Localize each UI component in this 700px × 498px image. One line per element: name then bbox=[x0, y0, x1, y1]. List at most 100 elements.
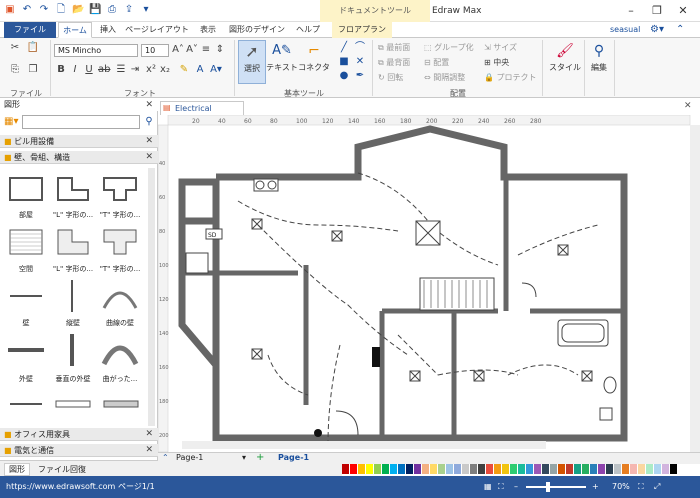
export-icon[interactable]: ⇪ bbox=[123, 3, 135, 17]
color-swatch[interactable] bbox=[662, 464, 669, 474]
open-icon[interactable]: 📂 bbox=[72, 3, 84, 17]
highlight-icon[interactable]: ✎ bbox=[178, 64, 190, 76]
close-category-icon[interactable]: ✕ bbox=[145, 152, 153, 162]
undo-icon[interactable]: ↶ bbox=[21, 3, 33, 17]
size-button[interactable]: ⇲ サイズ bbox=[484, 42, 517, 53]
copy-format-icon[interactable]: ⎘ bbox=[8, 64, 22, 76]
close-category-icon[interactable]: ✕ bbox=[145, 136, 153, 146]
color-swatch[interactable] bbox=[518, 464, 525, 474]
fullscreen-icon[interactable]: ⤢ bbox=[654, 476, 660, 498]
color-swatch[interactable] bbox=[622, 464, 629, 474]
zoom-out-icon[interactable]: – bbox=[514, 476, 518, 498]
font-shrink-icon[interactable]: A˅ bbox=[186, 44, 198, 56]
tab-insert[interactable]: 挿入 bbox=[96, 22, 120, 38]
print-icon[interactable]: ⎙ bbox=[106, 3, 118, 17]
tab-home[interactable]: ホーム bbox=[58, 22, 92, 38]
paste-icon[interactable]: 📋 bbox=[26, 42, 40, 54]
color-swatch[interactable] bbox=[646, 464, 653, 474]
edit-button[interactable]: ⚲ 編集 bbox=[586, 40, 612, 88]
ellipse-icon[interactable]: ● bbox=[338, 70, 350, 82]
rotate-button[interactable]: ↻ 回転 bbox=[378, 72, 403, 83]
tab-view[interactable]: 表示 bbox=[194, 22, 222, 38]
color-swatch[interactable] bbox=[510, 464, 517, 474]
color-swatch[interactable] bbox=[638, 464, 645, 474]
cut-icon[interactable]: ✂ bbox=[8, 42, 22, 54]
category-walls[interactable]: ■ 壁、骨組、構造 bbox=[0, 151, 158, 164]
color-swatch[interactable] bbox=[390, 464, 397, 474]
font-color-icon[interactable]: A bbox=[194, 64, 206, 76]
close-category-icon[interactable]: ✕ bbox=[145, 429, 153, 439]
color-swatch[interactable] bbox=[382, 464, 389, 474]
minimize-button[interactable]: – bbox=[618, 0, 644, 22]
close-button[interactable]: ✕ bbox=[670, 0, 696, 22]
status-url[interactable]: https://www.edrawsoft.com bbox=[6, 476, 115, 498]
align-button[interactable]: ⊟ 配置 bbox=[424, 57, 449, 68]
collapse-ribbon-icon[interactable]: ⌃ bbox=[676, 22, 684, 38]
color-swatch[interactable] bbox=[598, 464, 605, 474]
color-swatch[interactable] bbox=[398, 464, 405, 474]
style-button[interactable]: 🖌 スタイル bbox=[546, 40, 584, 88]
align-center-icon[interactable]: ≡ bbox=[200, 44, 212, 56]
color-swatch[interactable] bbox=[590, 464, 597, 474]
new-icon[interactable]: 🗋 bbox=[55, 3, 67, 17]
restore-button[interactable]: ❐ bbox=[644, 0, 670, 22]
color-swatch[interactable] bbox=[358, 464, 365, 474]
italic-icon[interactable]: I bbox=[70, 64, 80, 76]
color-swatch[interactable] bbox=[462, 464, 469, 474]
color-swatch[interactable] bbox=[534, 464, 541, 474]
tab-help[interactable]: ヘルプ bbox=[292, 22, 324, 38]
gear-icon[interactable]: ⚙▾ bbox=[650, 22, 664, 38]
close-doc-icon[interactable]: ✕ bbox=[684, 101, 692, 111]
color-swatch[interactable] bbox=[414, 464, 421, 474]
close-panel-icon[interactable]: ✕ bbox=[145, 100, 153, 110]
tab-file[interactable]: ファイル bbox=[4, 22, 56, 38]
user-name[interactable]: seasual bbox=[610, 22, 640, 38]
bring-front-button[interactable]: ⧉ 最前面 bbox=[378, 42, 410, 53]
indent-icon[interactable]: ⇥ bbox=[130, 64, 140, 76]
connector-button[interactable]: ⌐ コネクタ bbox=[298, 40, 330, 84]
page-tab[interactable]: Page-1 bbox=[278, 453, 309, 462]
protect-button[interactable]: 🔒 プロテクト bbox=[484, 72, 537, 83]
zoom-level[interactable]: 70% bbox=[612, 476, 630, 498]
cross-icon[interactable]: ✕ bbox=[354, 56, 366, 68]
color-palette[interactable] bbox=[342, 464, 700, 476]
color-swatch[interactable] bbox=[430, 464, 437, 474]
underline-icon[interactable]: U bbox=[84, 64, 94, 76]
shape-grid[interactable] bbox=[0, 168, 148, 426]
color-swatch[interactable] bbox=[630, 464, 637, 474]
bold-icon[interactable]: B bbox=[56, 64, 66, 76]
drawing-canvas[interactable]: 20 40 60 80 100 120 140 160 180 200 220 240 260 280 4… bbox=[158, 115, 700, 452]
panel-scrollbar[interactable] bbox=[148, 168, 155, 426]
collapse-pages-icon[interactable]: ⌃ bbox=[162, 453, 169, 462]
qat-dropdown-icon[interactable]: ▾ bbox=[140, 3, 152, 17]
color-swatch[interactable] bbox=[478, 464, 485, 474]
color-swatch[interactable] bbox=[574, 464, 581, 474]
tab-page-layout[interactable]: ページレイアウト bbox=[124, 22, 190, 38]
page-select[interactable]: Page-1 bbox=[176, 453, 203, 462]
fit-page-icon[interactable]: ⛶ bbox=[498, 476, 504, 498]
color-swatch[interactable] bbox=[582, 464, 589, 474]
subscript-icon[interactable]: x₂ bbox=[160, 64, 170, 76]
strikethrough-icon[interactable]: ab bbox=[98, 64, 110, 76]
fit-width-icon[interactable]: ⛶ bbox=[638, 476, 644, 498]
color-swatch[interactable] bbox=[486, 464, 493, 474]
color-swatch[interactable] bbox=[566, 464, 573, 474]
category-office[interactable]: ■ オフィス用家具 bbox=[0, 428, 158, 441]
search-icon[interactable]: ⚲ bbox=[143, 116, 155, 128]
color-swatch[interactable] bbox=[342, 464, 349, 474]
shape-search-input[interactable] bbox=[22, 115, 140, 129]
spacing-button[interactable]: ⇔ 間隔調整 bbox=[424, 72, 465, 83]
color-swatch[interactable] bbox=[494, 464, 501, 474]
color-swatch[interactable] bbox=[454, 464, 461, 474]
zoom-in-icon[interactable]: + bbox=[592, 476, 599, 498]
send-back-button[interactable]: ⧉ 最背面 bbox=[378, 57, 410, 68]
color-swatch[interactable] bbox=[550, 464, 557, 474]
redo-icon[interactable]: ↷ bbox=[38, 3, 50, 17]
close-category-icon[interactable]: ✕ bbox=[145, 445, 153, 455]
color-swatch[interactable] bbox=[614, 464, 621, 474]
select-button[interactable]: ➚ 選択 bbox=[238, 40, 266, 84]
color-swatch[interactable] bbox=[438, 464, 445, 474]
page-dropdown-icon[interactable]: ▾ bbox=[242, 453, 246, 462]
tab-file-recovery[interactable]: ファイル回復 bbox=[38, 464, 86, 475]
library-icon[interactable]: ▦▾ bbox=[4, 116, 18, 128]
